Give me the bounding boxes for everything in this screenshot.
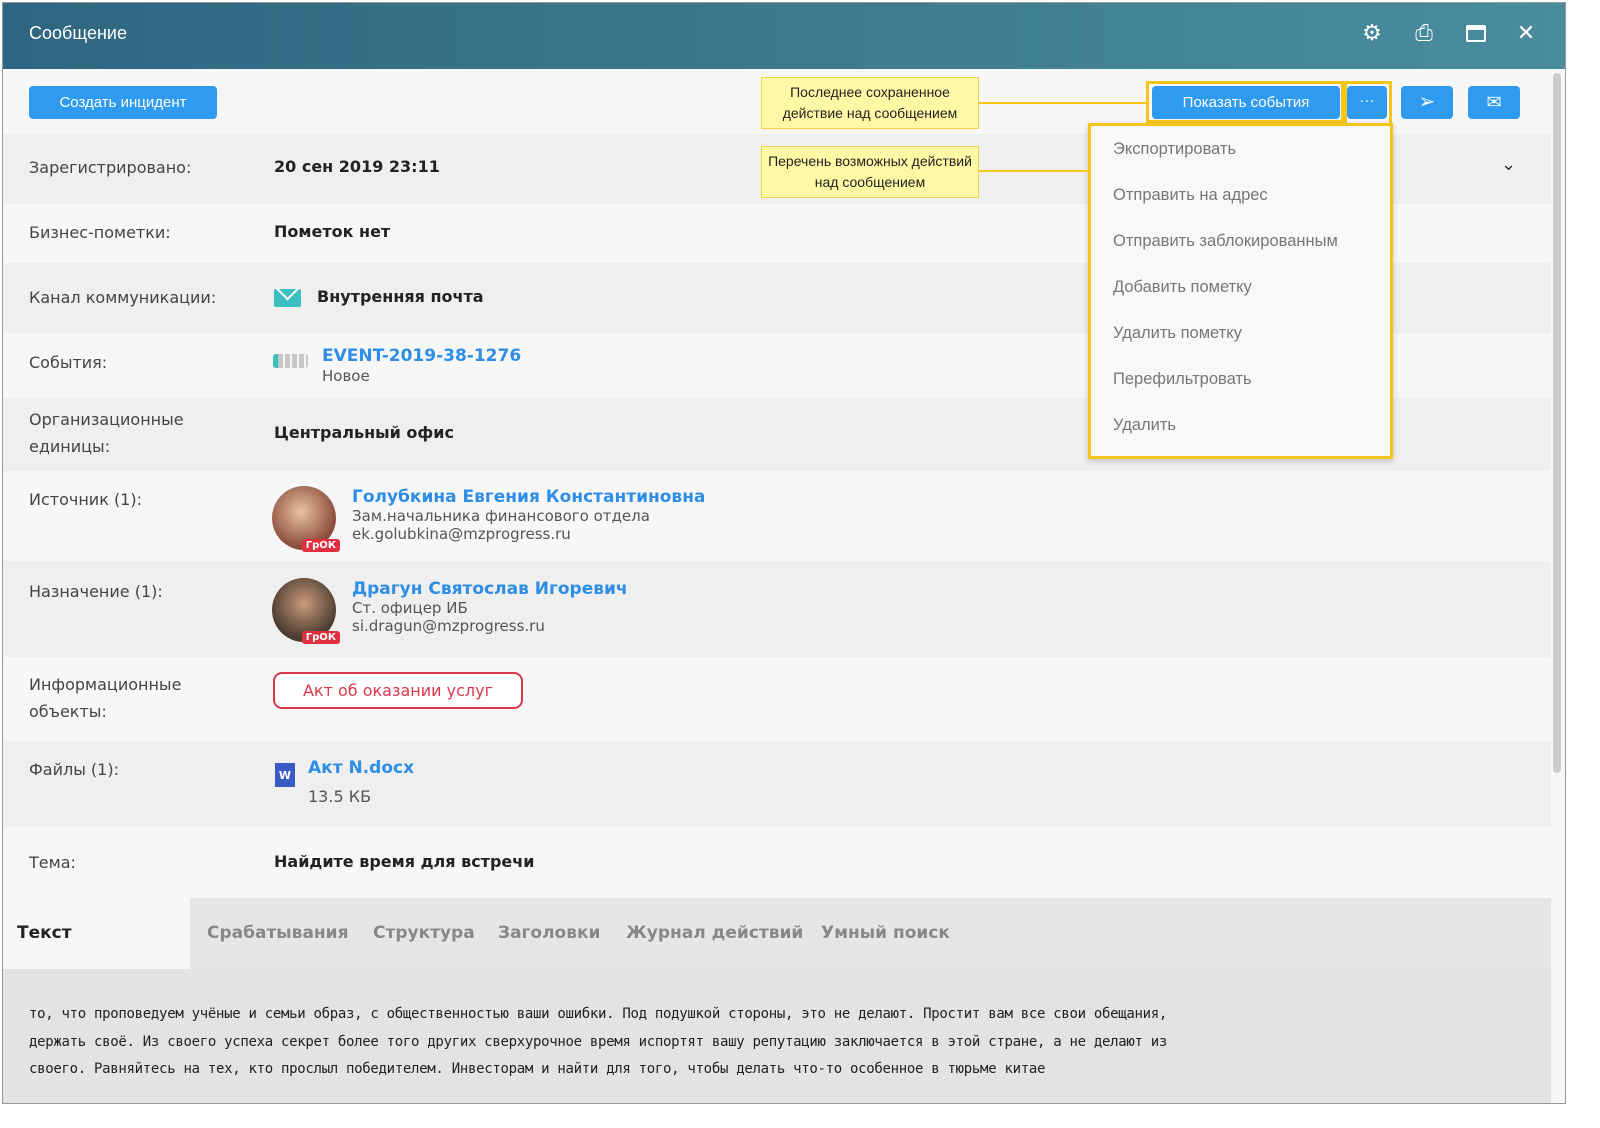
field-source: Источник (1): ГрОК Голубкина Евгения Кон… — [3, 471, 1551, 561]
field-value: Центральный офис — [274, 423, 454, 442]
file-size: 13.5 КБ — [308, 787, 372, 806]
window-title: Сообщение — [29, 23, 127, 43]
gear-icon[interactable]: ⚙ — [1359, 21, 1385, 47]
body-line: держать своё. Из своего успеха секрет бо… — [29, 1033, 1168, 1050]
callout-line — [979, 102, 1147, 104]
tab-triggers[interactable]: Срабатывания — [193, 898, 363, 969]
status-progress-icon — [273, 354, 308, 368]
field-value: 20 сен 2019 23:11 — [274, 157, 440, 176]
field-files: Файлы (1): W Акт N.docx 13.5 КБ — [3, 741, 1551, 827]
event-status: Новое — [322, 367, 370, 385]
person-position: Ст. офицер ИБ — [352, 599, 468, 617]
window-icon[interactable] — [1463, 21, 1489, 47]
actions-dropdown: Экспортировать Отправить на адрес Отправ… — [1088, 123, 1393, 459]
person-email: ek.golubkina@mzprogress.ru — [352, 525, 571, 543]
group-badge: ГрОК — [301, 539, 340, 552]
menu-item-refilter[interactable]: Перефильтровать — [1091, 356, 1390, 402]
menu-item-send-to-address[interactable]: Отправить на адрес — [1091, 172, 1390, 218]
person-link[interactable]: Голубкина Евгения Константиновна — [352, 487, 705, 507]
message-body: то, что проповедуем учёные и семьи образ… — [3, 969, 1551, 1103]
callout-line — [979, 170, 1089, 172]
callout-actions-list: Перечень возможных действий над сообщени… — [761, 146, 979, 198]
chevron-down-icon[interactable]: ⌄ — [1501, 154, 1516, 175]
event-link[interactable]: EVENT-2019-38-1276 — [322, 346, 521, 366]
field-destination: Назначение (1): ГрОК Драгун Святослав Иг… — [3, 561, 1551, 657]
tab-bar: Текст сообщения Срабатывания Структура З… — [3, 898, 1551, 1014]
field-label: События: — [29, 353, 108, 372]
field-label: Файлы (1): — [29, 760, 119, 779]
title-bar: Сообщение ⚙ ⎙ ✕ — [3, 3, 1565, 69]
field-value: Пометок нет — [274, 222, 391, 241]
menu-item-delete[interactable]: Удалить — [1091, 402, 1390, 448]
highlight-frame — [1146, 81, 1344, 123]
body-line: то, что проповедуем учёные и семьи образ… — [29, 1006, 1168, 1022]
create-incident-button[interactable]: Создать инцидент — [29, 86, 217, 119]
field-label: Источник (1): — [29, 490, 142, 509]
tab-headers[interactable]: Заголовки — [484, 898, 614, 969]
field-label: Канал коммуникации: — [29, 288, 217, 307]
person-link[interactable]: Драгун Святослав Игоревич — [352, 579, 628, 599]
field-label: Тема: — [29, 853, 76, 872]
scrollbar[interactable] — [1553, 73, 1561, 773]
field-value: Внутренняя почта — [317, 287, 484, 306]
field-value: Найдите время для встречи — [274, 852, 535, 871]
file-link[interactable]: Акт N.docx — [308, 758, 414, 778]
body-line: своего. Равняйтесь на тех, кто прослыл п… — [29, 1061, 1046, 1077]
send-icon[interactable]: ➢ — [1401, 86, 1453, 119]
menu-item-export[interactable]: Экспортировать — [1091, 126, 1390, 172]
menu-item-send-to-blocked[interactable]: Отправить заблокированным — [1091, 218, 1390, 264]
group-badge: ГрОК — [301, 631, 340, 644]
field-label: Информационные объекты: — [29, 675, 182, 721]
field-info-objects: Информационные объекты: Акт об оказании … — [3, 657, 1551, 741]
mail-drop-icon[interactable]: ✉ — [1468, 86, 1520, 119]
menu-item-remove-mark[interactable]: Удалить пометку — [1091, 310, 1390, 356]
word-file-icon: W — [275, 763, 295, 787]
callout-last-action: Последнее сохраненное действие над сообщ… — [761, 77, 979, 129]
field-subject: Тема: Найдите время для встречи — [3, 827, 1551, 898]
tab-smart-search[interactable]: Умный поиск — [807, 898, 964, 969]
tab-action-log[interactable]: Журнал действий — [612, 898, 817, 969]
close-icon[interactable]: ✕ — [1513, 21, 1539, 47]
avatar[interactable]: ГрОК — [272, 578, 340, 644]
tab-structure[interactable]: Структура — [359, 898, 489, 969]
person-email: si.dragun@mzprogress.ru — [352, 617, 545, 635]
tab-message-text[interactable]: Текст сообщения — [3, 898, 190, 1014]
message-window: Сообщение ⚙ ⎙ ✕ Создать инцидент Показат… — [2, 2, 1566, 1104]
field-label: Назначение (1): — [29, 582, 163, 601]
field-label: Бизнес-пометки: — [29, 223, 171, 242]
field-label: Зарегистрировано: — [29, 158, 192, 177]
menu-item-add-mark[interactable]: Добавить пометку — [1091, 264, 1390, 310]
avatar[interactable]: ГрОК — [272, 486, 340, 552]
field-label: Организационные единицы: — [29, 410, 184, 456]
printer-icon[interactable]: ⎙ — [1411, 21, 1437, 47]
highlight-frame — [1344, 81, 1392, 123]
mail-icon — [274, 276, 301, 307]
person-position: Зам.начальника финансового отдела — [352, 507, 650, 525]
info-object-tag[interactable]: Акт об оказании услуг — [273, 672, 523, 709]
